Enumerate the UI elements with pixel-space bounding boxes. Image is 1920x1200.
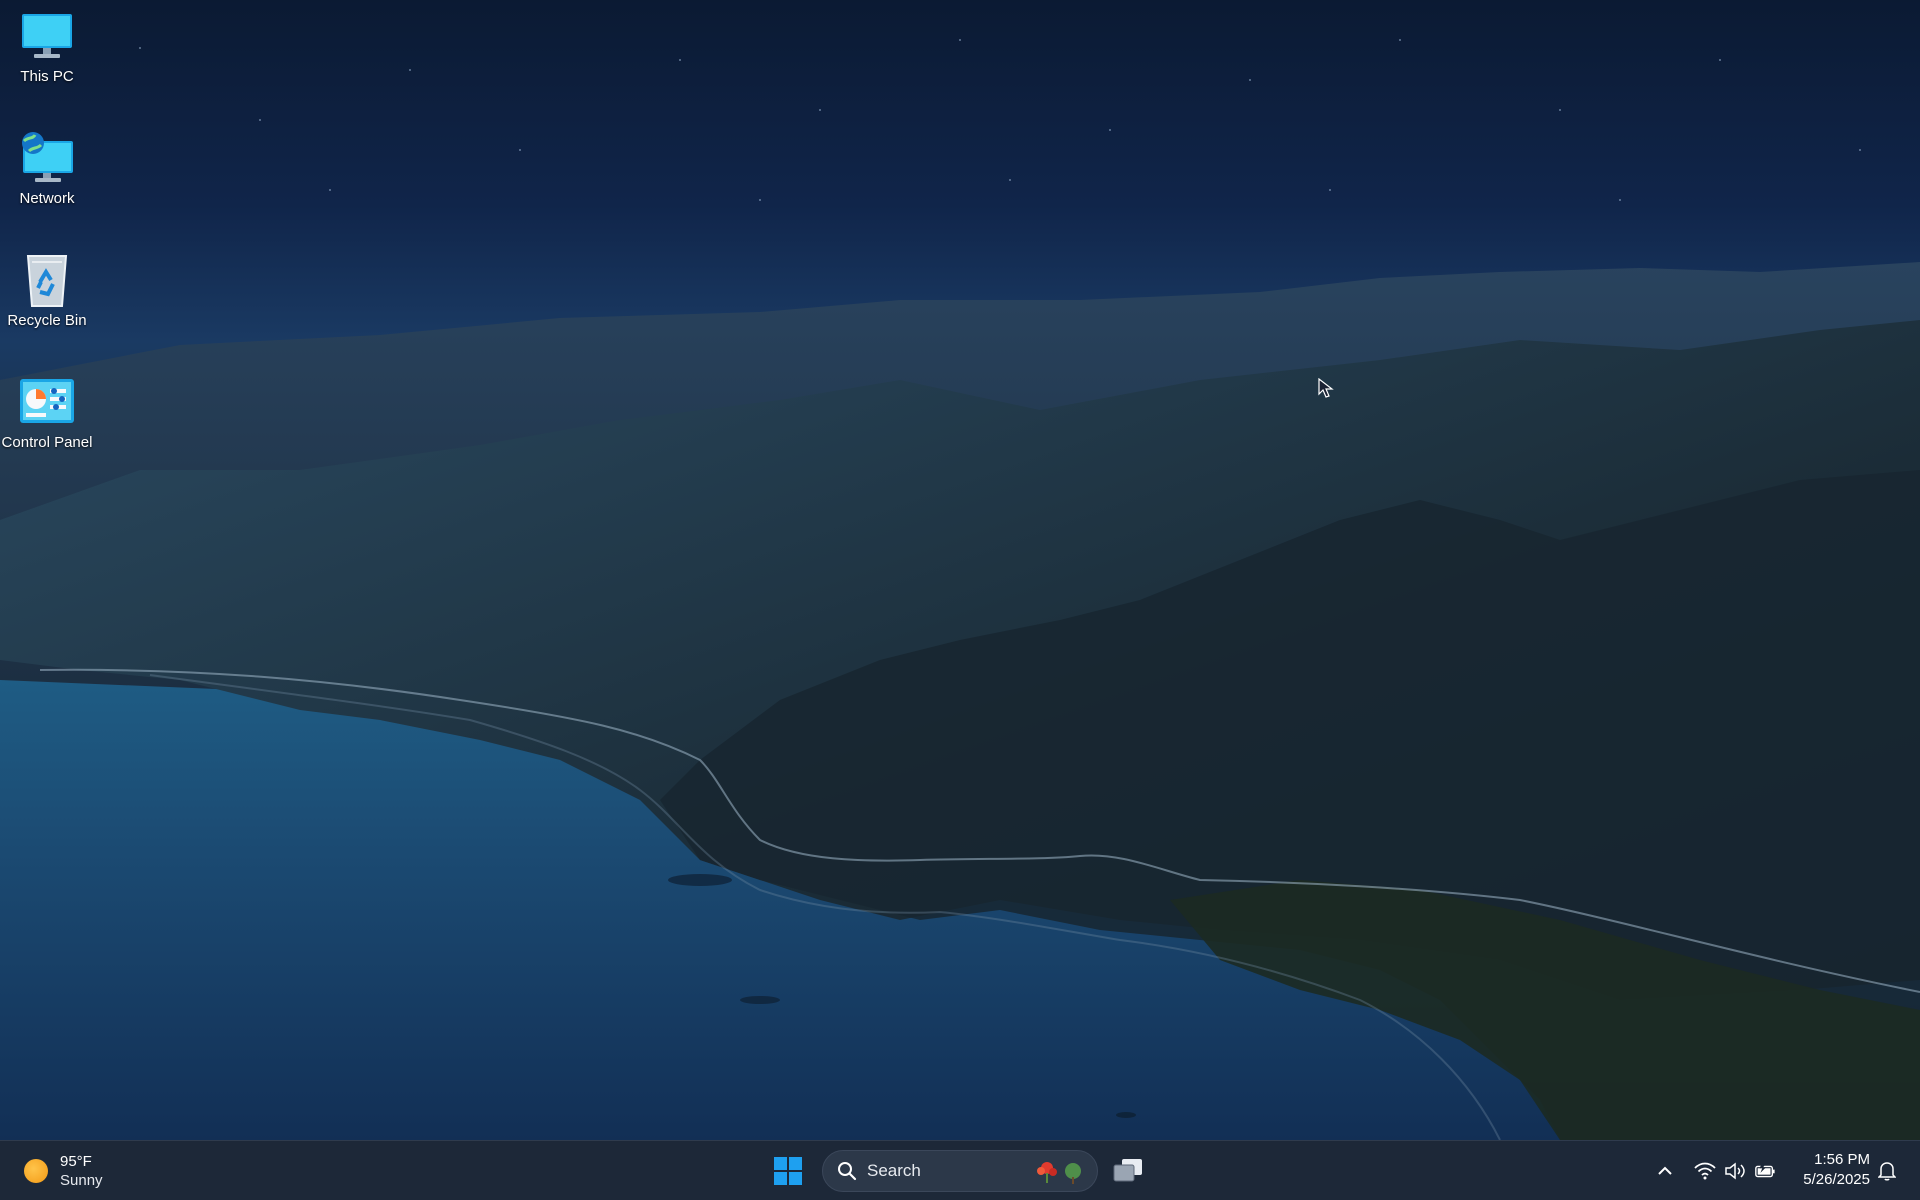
clock[interactable]: 1:56 PM 5/26/2025 [1790,1150,1870,1190]
search-icon [838,1162,857,1181]
search-placeholder: Search [867,1161,921,1180]
bell-icon [1878,1162,1896,1181]
wallpaper [0,39,1920,1140]
weather-condition: Sunny [60,1172,103,1189]
weather-widget[interactable]: 95°F Sunny [24,1151,103,1191]
system-tray[interactable] [1694,1155,1776,1187]
desktop-icon-label: Control Panel [1,434,93,451]
desktop-icon-label: Recycle Bin [7,312,87,329]
show-hidden-icons-button[interactable] [1654,1159,1676,1183]
battery-icon [1754,1160,1776,1182]
clock-time: 1:56 PM [1814,1151,1870,1168]
desktop-icon-recycle-bin[interactable]: Recycle Bin [0,252,94,329]
taskbar-search[interactable]: Search [822,1150,1098,1192]
desktop-icon-network[interactable]: Network [0,130,94,207]
desktop[interactable]: This PC Network Recycle Bin Control Pane… [0,0,1920,1140]
desktop-icon-label: This PC [20,68,74,85]
taskbar: 95°F Sunny Search 1:56 PM 5/26/2025 [0,1140,1920,1200]
desktop-icon-label: Network [19,190,75,207]
mouse-cursor-icon [1318,378,1334,398]
task-view-button[interactable] [1110,1153,1146,1189]
search-highlight-icon [1037,1162,1081,1184]
notifications-button[interactable] [1874,1157,1900,1185]
volume-icon [1724,1160,1746,1182]
desktop-icon-this-pc[interactable]: This PC [0,8,94,85]
task-view-icon [1113,1159,1142,1182]
windows-logo-icon [774,1157,802,1185]
chevron-up-icon [1658,1166,1672,1175]
clock-date: 5/26/2025 [1803,1171,1870,1188]
weather-temperature: 95°F [60,1153,92,1170]
start-button[interactable] [770,1153,806,1189]
sun-icon [24,1159,48,1183]
network-globe-icon [17,130,77,186]
wifi-icon [1694,1160,1716,1182]
control-panel-icon [17,374,77,430]
desktop-icon-control-panel[interactable]: Control Panel [0,374,94,451]
recycle-bin-icon [17,252,77,308]
computer-monitor-icon [17,8,77,64]
